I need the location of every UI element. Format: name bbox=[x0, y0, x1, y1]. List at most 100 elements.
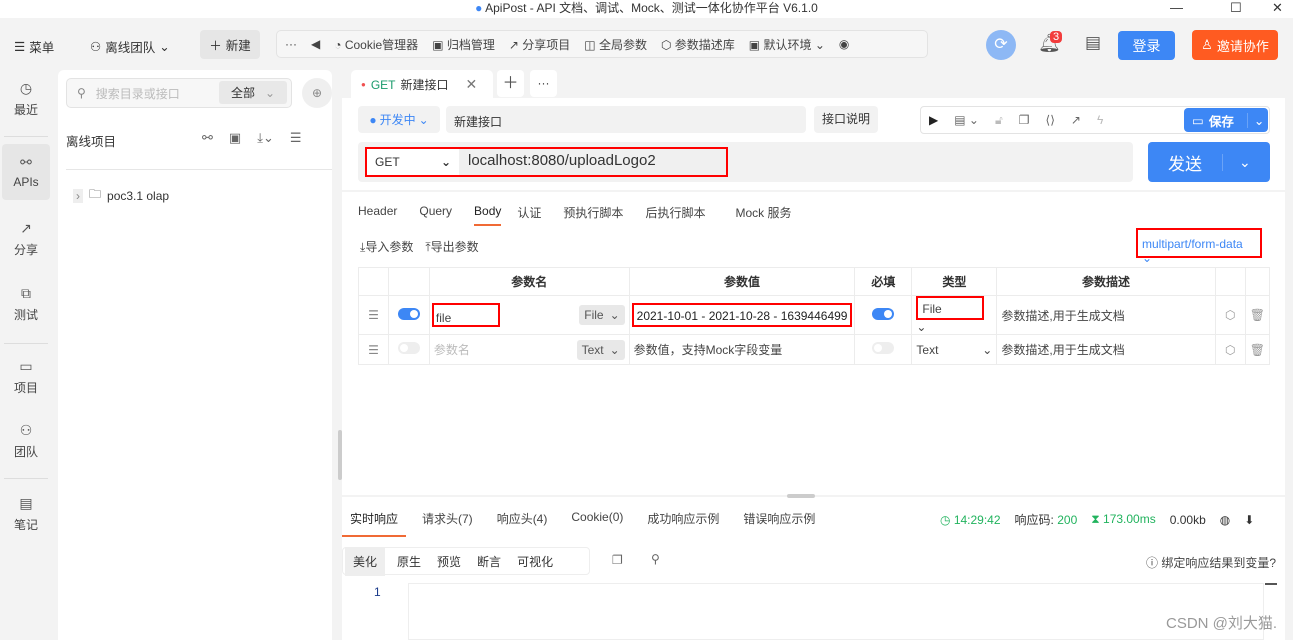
login-button[interactable]: 登录 bbox=[1118, 31, 1175, 60]
tree-item[interactable]: › 🗀︎ poc3.1 olap bbox=[73, 185, 169, 206]
invite-button[interactable]: ♙ 邀请协作 bbox=[1192, 30, 1278, 60]
rail-share[interactable]: ↗ 分享 bbox=[0, 220, 52, 258]
search-icon[interactable]: ⚲ bbox=[651, 552, 660, 566]
required-toggle[interactable] bbox=[872, 342, 895, 354]
tab-mock[interactable]: Mock 服务 bbox=[735, 204, 791, 226]
view-assert[interactable]: 断言 bbox=[473, 553, 513, 570]
new-button[interactable]: ＋新建 bbox=[200, 30, 260, 59]
team-dropdown[interactable]: ⚇ 离线团队 ⌄ bbox=[90, 37, 170, 56]
toolbar-param-lib[interactable]: ⬡ 参数描述库 bbox=[661, 36, 735, 53]
save-button[interactable]: ▭ 保存 ⌄ bbox=[1184, 108, 1268, 132]
import-icon[interactable]: ⤓⌄ bbox=[257, 130, 274, 146]
rail-team[interactable]: ⚇ 团队 bbox=[0, 422, 52, 460]
tab-success-example[interactable]: 成功响应示例 bbox=[647, 510, 719, 537]
tab-cookie[interactable]: Cookie(0) bbox=[571, 510, 623, 537]
rail-notes[interactable]: ▤ 笔记 bbox=[0, 495, 52, 533]
cube-icon[interactable]: ⬡ bbox=[1214, 334, 1246, 365]
scrollbar[interactable] bbox=[1265, 583, 1277, 585]
tab-pre-script[interactable]: 预执行脚本 bbox=[563, 204, 623, 226]
chevron-down-icon[interactable]: ⌄ bbox=[1222, 153, 1251, 171]
toolbar-share[interactable]: ↗ 分享项目 bbox=[509, 36, 570, 53]
drag-handle-icon[interactable]: ☰ bbox=[358, 334, 389, 365]
tab-body[interactable]: Body bbox=[474, 204, 502, 226]
response-editor[interactable] bbox=[408, 583, 1264, 640]
resize-handle[interactable] bbox=[787, 494, 815, 498]
add-tab-button[interactable]: ＋ bbox=[497, 70, 524, 97]
toolbar-global-params[interactable]: ◫ 全局参数 bbox=[584, 36, 647, 53]
type-select[interactable]: File bbox=[916, 296, 985, 320]
view-visualize[interactable]: 可视化 bbox=[513, 553, 557, 570]
param-desc-input[interactable]: 参数描述,用于生成文档 bbox=[996, 334, 1216, 365]
chevron-down-icon[interactable]: ⌄ bbox=[1246, 112, 1264, 128]
field-type-select[interactable]: File ⌄ bbox=[579, 305, 625, 325]
method-select[interactable]: GET ⌄ bbox=[367, 149, 459, 175]
send-button[interactable]: 发送 ⌄ bbox=[1148, 142, 1270, 182]
required-toggle[interactable] bbox=[872, 307, 895, 320]
locate-icon[interactable]: ⊕ bbox=[302, 78, 332, 108]
tab-new-api[interactable]: ● GET 新建接口 ✕ bbox=[351, 70, 493, 99]
bind-variable-link[interactable]: ⓘ 绑定响应结果到变量? bbox=[1146, 554, 1276, 571]
status-select[interactable]: ● 开发中 ⌄ bbox=[358, 106, 440, 133]
flash-icon[interactable]: ϟ bbox=[1097, 113, 1103, 127]
import-params-button[interactable]: ⤓导入参数 bbox=[360, 238, 413, 255]
param-name-input[interactable]: file bbox=[431, 303, 500, 327]
view-preview[interactable]: 预览 bbox=[433, 553, 473, 570]
globe-icon[interactable]: ◍ bbox=[1220, 513, 1230, 527]
add-api-icon[interactable]: ⚯ bbox=[202, 130, 213, 146]
tab-request-headers[interactable]: 请求头(7) bbox=[422, 510, 473, 537]
tab-query[interactable]: Query bbox=[419, 204, 452, 226]
menu-button[interactable]: ☰ 菜单 bbox=[14, 37, 54, 56]
api-doc-button[interactable]: 接口说明 bbox=[814, 106, 878, 133]
minimize-button[interactable]: — bbox=[1170, 0, 1183, 15]
copy-icon[interactable]: ❐ bbox=[612, 553, 623, 567]
cube-icon[interactable]: ⬡ bbox=[1214, 295, 1246, 335]
toolbar-archive[interactable]: ▣ 归档管理 bbox=[432, 36, 495, 53]
param-value-input[interactable]: 2021-10-01 - 2021-10-28 - 1639446499 bbox=[631, 303, 853, 327]
download-icon[interactable]: ⬇ bbox=[1244, 513, 1254, 527]
maximize-button[interactable]: ☐ bbox=[1230, 0, 1242, 16]
rail-recent[interactable]: ◷ 最近 bbox=[0, 80, 52, 118]
eye-icon[interactable]: ◉ bbox=[839, 37, 849, 51]
api-name-input[interactable]: 新建接口 bbox=[446, 106, 806, 133]
enable-toggle[interactable] bbox=[397, 307, 420, 320]
export-params-button[interactable]: ⤒导出参数 bbox=[425, 238, 478, 255]
view-beautify[interactable]: 美化 bbox=[345, 546, 386, 576]
copy-icon[interactable]: ❐ bbox=[1019, 113, 1030, 127]
rail-project[interactable]: ▭ 项目 bbox=[0, 358, 52, 396]
code-icon[interactable]: ⟨⟩ bbox=[1046, 113, 1055, 127]
filter-select[interactable]: 全部 ⌄ bbox=[219, 81, 287, 104]
toolbar-environment[interactable]: ▣ 默认环境 ⌄ bbox=[749, 36, 825, 53]
doc-icon[interactable]: ▤ ⌄ bbox=[954, 113, 979, 127]
tab-post-script[interactable]: 后执行脚本 bbox=[645, 204, 705, 226]
tab-auth[interactable]: 认证 bbox=[517, 204, 541, 226]
param-value-input[interactable]: 参数值，支持Mock字段变量 bbox=[628, 334, 856, 365]
lock-icon[interactable]: 🔓︎ bbox=[995, 113, 1003, 128]
collapse-left-icon[interactable]: ◀ bbox=[311, 37, 320, 51]
param-name-input[interactable]: 参数名 bbox=[434, 341, 470, 358]
tab-realtime-response[interactable]: 实时响应 bbox=[342, 510, 407, 537]
toolbar-cookie[interactable]: ◔ Cookie管理器 bbox=[334, 36, 418, 53]
rail-apis[interactable]: ⚯ APIs bbox=[2, 144, 50, 200]
tab-more-button[interactable]: ··· bbox=[530, 70, 557, 97]
url-input[interactable]: localhost:8080/uploadLogo2 bbox=[468, 152, 656, 169]
drag-handle-icon[interactable]: ☰ bbox=[358, 295, 389, 335]
delete-icon[interactable]: 🗑︎ bbox=[1244, 295, 1271, 335]
new-folder-icon[interactable]: ▣ bbox=[229, 130, 241, 146]
close-tab-icon[interactable]: ✕ bbox=[466, 76, 478, 93]
tab-header[interactable]: Header bbox=[358, 204, 397, 226]
note-icon[interactable]: ▤ bbox=[1085, 33, 1101, 53]
tab-error-example[interactable]: 错误响应示例 bbox=[743, 510, 815, 537]
delete-icon[interactable]: 🗑︎ bbox=[1244, 334, 1271, 365]
rail-test[interactable]: ⧉ 测试 bbox=[0, 285, 52, 323]
view-raw[interactable]: 原生 bbox=[385, 553, 433, 570]
collapse-all-icon[interactable]: ☰ bbox=[290, 130, 302, 146]
close-window-button[interactable]: ✕ bbox=[1272, 0, 1283, 16]
param-desc-input[interactable]: 参数描述,用于生成文档 bbox=[996, 295, 1216, 335]
type-select[interactable]: Text ⌄ bbox=[911, 334, 998, 365]
run-icon[interactable]: ▶ bbox=[929, 113, 938, 127]
more-icon[interactable]: ··· bbox=[285, 37, 297, 51]
sync-icon[interactable]: ⟳ bbox=[986, 30, 1016, 60]
enable-toggle[interactable] bbox=[397, 342, 420, 354]
content-type-select[interactable]: multipart/form-data ⌄ bbox=[1136, 228, 1262, 265]
tab-response-headers[interactable]: 响应头(4) bbox=[497, 510, 548, 537]
